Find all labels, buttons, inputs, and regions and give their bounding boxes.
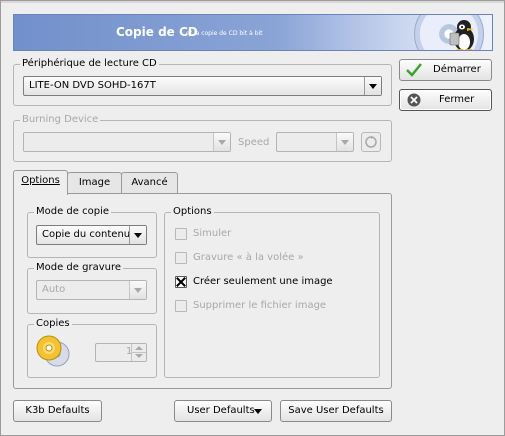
refresh-speed-button[interactable] <box>361 132 381 152</box>
write-mode-select[interactable]: Auto <box>36 280 147 300</box>
copies-spinbox[interactable]: 1 <box>95 343 147 362</box>
save-user-defaults-label: Save User Defaults <box>288 405 384 416</box>
chevron-down-icon <box>364 77 381 95</box>
chevron-down-icon <box>129 226 146 244</box>
on-the-fly-checkbox[interactable] <box>175 252 187 264</box>
k3b-defaults-button[interactable]: K3b Defaults <box>13 400 102 422</box>
burning-device-title: Burning Device <box>20 114 101 125</box>
tab-image-label: Image <box>78 177 111 188</box>
reader-device-title: Périphérique de lecture CD <box>20 58 159 69</box>
k3b-penguin-logo <box>449 20 474 50</box>
window-top-edge <box>0 0 505 3</box>
close-button-label: Fermer <box>439 94 475 105</box>
simulate-label: Simuler <box>193 228 232 239</box>
user-defaults-button[interactable]: User Defaults <box>174 400 272 422</box>
tab-options[interactable]: Options <box>13 170 68 195</box>
options-title: Options <box>171 206 214 217</box>
spin-down-icon[interactable] <box>131 352 146 361</box>
banner-subtitle: et la copie de CD bit à bit <box>186 30 263 37</box>
tab-image[interactable]: Image <box>67 172 122 194</box>
start-button-label: Démarrer <box>433 64 481 75</box>
tab-options-label: Options <box>21 175 60 186</box>
tab-advanced[interactable]: Avancé <box>121 172 178 194</box>
reader-device-value: LITE-ON DVD SOHD-167T <box>29 80 156 91</box>
copy-mode-select[interactable]: Copie du contenu <box>36 225 147 245</box>
close-button[interactable]: Fermer <box>399 89 492 111</box>
user-defaults-label: User Defaults <box>187 405 255 416</box>
remove-image-checkbox[interactable] <box>175 300 187 312</box>
copies-title: Copies <box>34 318 72 329</box>
speed-label: Speed <box>238 137 270 148</box>
header-banner: Copie de CD et la copie de CD bit à bit <box>13 14 493 51</box>
only-create-image-label: Créer seulement une image <box>193 276 333 287</box>
close-icon <box>407 93 421 107</box>
dropdown-arrow-icon <box>254 409 262 414</box>
refresh-icon <box>365 136 377 148</box>
start-button[interactable]: Démarrer <box>399 59 492 81</box>
write-mode-value: Auto <box>42 284 66 295</box>
save-user-defaults-button[interactable]: Save User Defaults <box>280 400 392 422</box>
tab-advanced-label: Avancé <box>131 177 168 188</box>
k3b-defaults-label: K3b Defaults <box>25 405 90 416</box>
chevron-down-icon <box>213 133 230 151</box>
remove-image-label: Supprimer le fichier image <box>193 300 327 311</box>
only-create-image-checkbox[interactable] <box>175 276 187 288</box>
reader-device-select[interactable]: LITE-ON DVD SOHD-167T <box>23 76 382 96</box>
chevron-down-icon <box>336 133 353 151</box>
chevron-down-icon <box>129 281 146 299</box>
on-the-fly-label: Gravure « à la volée » <box>193 252 304 263</box>
speed-select[interactable] <box>276 132 354 152</box>
checkmark-icon <box>406 63 422 77</box>
write-mode-title: Mode de gravure <box>34 262 123 273</box>
copy-mode-title: Mode de copie <box>34 206 111 217</box>
simulate-checkbox[interactable] <box>175 228 187 240</box>
cd-copies-icon <box>36 335 70 367</box>
copy-mode-value: Copie du contenu <box>42 229 131 240</box>
burning-device-select[interactable] <box>23 132 231 152</box>
